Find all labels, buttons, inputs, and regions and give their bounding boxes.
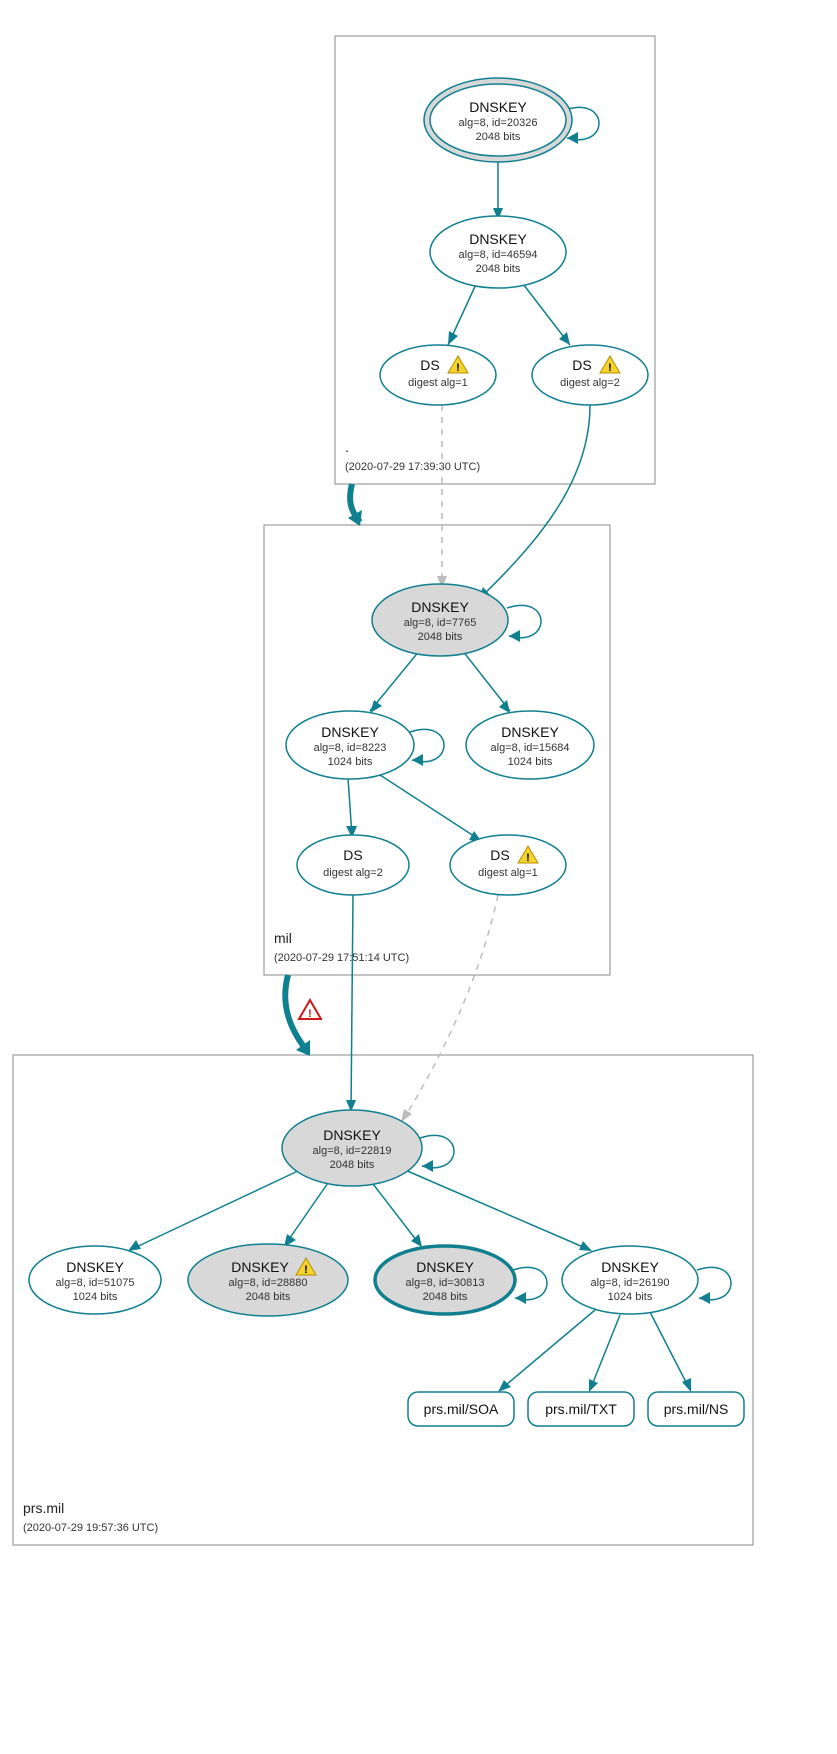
zone-mil-name: mil <box>274 930 292 946</box>
svg-text:1024 bits: 1024 bits <box>73 1291 118 1303</box>
node-prs-51075: DNSKEY alg=8, id=51075 1024 bits <box>29 1246 161 1314</box>
warning-icon-red: ! <box>299 1000 321 1020</box>
edge-milksk-zsk2 <box>462 650 510 711</box>
svg-text:DNSKEY: DNSKEY <box>323 1127 381 1143</box>
svg-text:digest alg=1: digest alg=1 <box>478 867 538 879</box>
svg-text:DNSKEY: DNSKEY <box>416 1259 474 1275</box>
edge-prs-30813-self <box>513 1267 547 1299</box>
svg-text:alg=8, id=51075: alg=8, id=51075 <box>56 1277 135 1289</box>
node-prs-30813: DNSKEY alg=8, id=30813 2048 bits <box>375 1246 515 1314</box>
svg-text:prs.mil/NS: prs.mil/NS <box>664 1401 729 1417</box>
edge-prsksk-26190 <box>405 1170 590 1250</box>
svg-text:!: ! <box>304 1264 308 1276</box>
node-mil-ksk: DNSKEY alg=8, id=7765 2048 bits <box>372 584 508 656</box>
edge-ds2-milksk <box>480 405 590 598</box>
node-root-ds2: DS digest alg=2 ! <box>532 345 648 405</box>
svg-text:DNSKEY: DNSKEY <box>321 724 379 740</box>
node-root-ksk-title: DNSKEY <box>469 99 527 115</box>
edge-milksk-zsk1 <box>370 650 420 711</box>
svg-text:1024 bits: 1024 bits <box>608 1291 653 1303</box>
svg-text:2048 bits: 2048 bits <box>330 1159 375 1171</box>
svg-text:alg=8, id=26190: alg=8, id=26190 <box>591 1277 670 1289</box>
node-root-ksk: DNSKEY alg=8, id=20326 2048 bits <box>424 78 572 162</box>
edge-26190-soa <box>500 1310 595 1390</box>
svg-text:DS: DS <box>572 357 591 373</box>
zone-root-name: . <box>345 439 349 455</box>
edge-milds1-prsksk-dashed <box>403 895 498 1120</box>
svg-text:alg=8, id=28880: alg=8, id=28880 <box>229 1277 308 1289</box>
node-prs-28880: DNSKEY alg=8, id=28880 2048 bits ! <box>188 1244 348 1316</box>
node-mil-zsk2: DNSKEY alg=8, id=15684 1024 bits <box>466 711 594 779</box>
svg-text:alg=8, id=20326: alg=8, id=20326 <box>459 117 538 129</box>
svg-text:alg=8, id=22819: alg=8, id=22819 <box>313 1145 392 1157</box>
svg-text:!: ! <box>308 1008 312 1020</box>
svg-text:DNSKEY: DNSKEY <box>469 231 527 247</box>
svg-text:digest alg=2: digest alg=2 <box>323 867 383 879</box>
zone-mil-ts: (2020-07-29 17:51:14 UTC) <box>274 952 409 964</box>
node-rr-soa: prs.mil/SOA <box>408 1392 514 1426</box>
svg-text:digest alg=2: digest alg=2 <box>560 377 620 389</box>
edge-mil-zsk1-self <box>410 729 444 761</box>
svg-text:alg=8, id=7765: alg=8, id=7765 <box>404 617 477 629</box>
svg-text:2048 bits: 2048 bits <box>418 631 463 643</box>
node-prs-ksk: DNSKEY alg=8, id=22819 2048 bits <box>282 1110 422 1186</box>
node-rr-ns: prs.mil/NS <box>648 1392 744 1426</box>
node-root-zsk: DNSKEY alg=8, id=46594 2048 bits <box>430 216 566 288</box>
edge-prs-26190-self <box>697 1267 731 1299</box>
edge-26190-ns <box>650 1312 690 1390</box>
edge-prsksk-51075 <box>130 1170 300 1250</box>
edge-milzsk1-ds1 <box>380 775 480 840</box>
svg-text:!: ! <box>608 362 612 374</box>
svg-text:1024 bits: 1024 bits <box>328 756 373 768</box>
node-mil-ds1: DS digest alg=1 ! <box>450 835 566 895</box>
svg-text:DS: DS <box>490 847 509 863</box>
svg-text:DNSKEY: DNSKEY <box>231 1259 289 1275</box>
svg-text:DNSKEY: DNSKEY <box>501 724 559 740</box>
dnsviz-graph: . (2020-07-29 17:39:30 UTC) mil (2020-07… <box>0 0 837 1754</box>
svg-text:prs.mil/SOA: prs.mil/SOA <box>424 1401 499 1417</box>
edge-prs-ksk-self <box>420 1135 454 1167</box>
edge-prsksk-28880 <box>285 1180 330 1245</box>
zone-prsmil-name: prs.mil <box>23 1500 64 1516</box>
svg-text:digest alg=1: digest alg=1 <box>408 377 468 389</box>
node-rr-txt: prs.mil/TXT <box>528 1392 634 1426</box>
zone-root-ts: (2020-07-29 17:39:30 UTC) <box>345 461 480 473</box>
svg-text:DS: DS <box>343 847 362 863</box>
svg-text:2048 bits: 2048 bits <box>246 1291 291 1303</box>
node-root-ds1: DS digest alg=1 ! <box>380 345 496 405</box>
edge-milds2-prsksk <box>351 895 353 1110</box>
zone-prsmil-ts: (2020-07-29 19:57:36 UTC) <box>23 1522 158 1534</box>
svg-text:DS: DS <box>420 357 439 373</box>
svg-text:alg=8, id=30813: alg=8, id=30813 <box>406 1277 485 1289</box>
edge-prsksk-30813 <box>370 1180 420 1245</box>
svg-text:2048 bits: 2048 bits <box>476 263 521 275</box>
svg-text:alg=8, id=8223: alg=8, id=8223 <box>314 742 387 754</box>
svg-text:alg=8, id=15684: alg=8, id=15684 <box>491 742 570 754</box>
node-mil-ds2: DS digest alg=2 <box>297 835 409 895</box>
svg-text:DNSKEY: DNSKEY <box>66 1259 124 1275</box>
svg-text:!: ! <box>526 852 530 864</box>
edge-rootzsk-ds2 <box>520 280 570 345</box>
svg-text:alg=8, id=46594: alg=8, id=46594 <box>459 249 538 261</box>
edge-mil-ksk-self <box>507 605 541 637</box>
svg-text:!: ! <box>456 362 460 374</box>
svg-text:DNSKEY: DNSKEY <box>411 599 469 615</box>
node-prs-26190: DNSKEY alg=8, id=26190 1024 bits <box>562 1246 698 1314</box>
edge-26190-txt <box>590 1315 620 1390</box>
svg-text:1024 bits: 1024 bits <box>508 756 553 768</box>
svg-text:DNSKEY: DNSKEY <box>601 1259 659 1275</box>
svg-text:prs.mil/TXT: prs.mil/TXT <box>545 1401 617 1417</box>
svg-text:2048 bits: 2048 bits <box>476 131 521 143</box>
svg-text:2048 bits: 2048 bits <box>423 1291 468 1303</box>
node-mil-zsk1: DNSKEY alg=8, id=8223 1024 bits <box>286 711 414 779</box>
